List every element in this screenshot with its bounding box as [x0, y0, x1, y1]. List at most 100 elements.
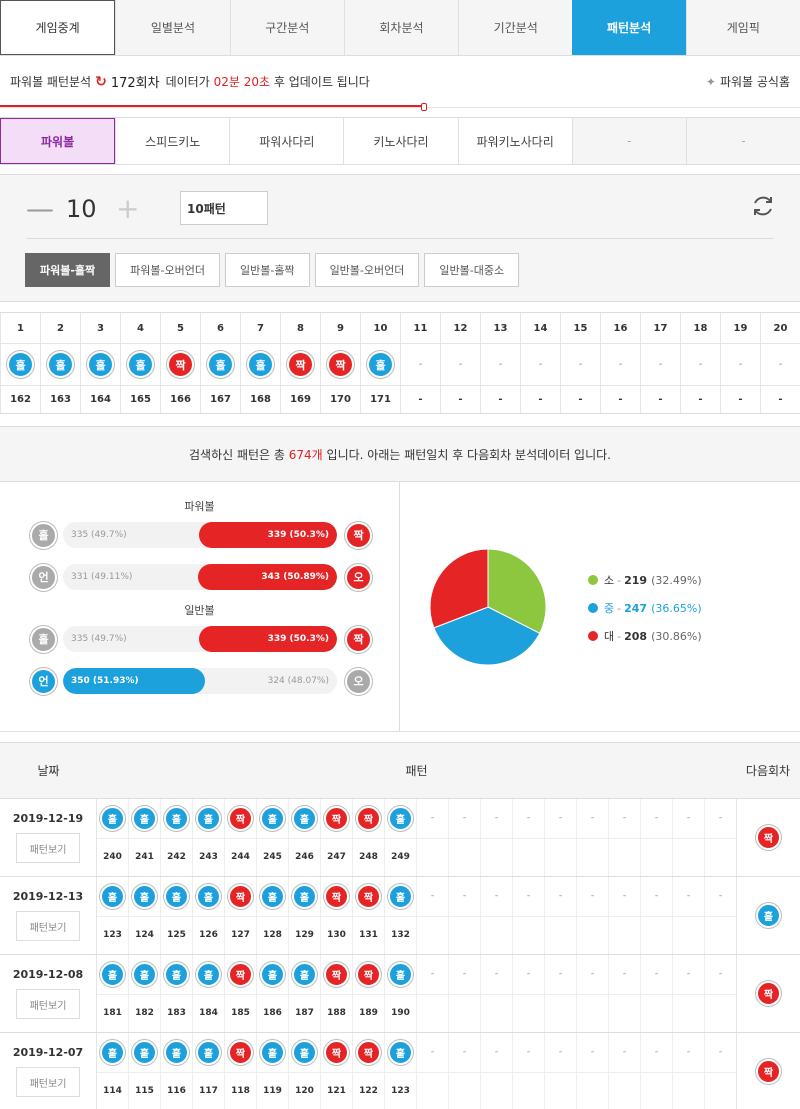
history-ball-cell: - [480, 1033, 512, 1072]
history-ball-cell: 홀 [256, 799, 288, 838]
subtab-speedkeno[interactable]: 스피드키노 [115, 118, 230, 164]
normalball-ratio-row: 언 350 (51.93%) 324 (48.07%) 오 [0, 667, 399, 695]
history-ball-cell: 짝 [320, 955, 352, 994]
result-ball: 홀 [47, 351, 74, 378]
view-pattern-button[interactable]: 패턴보기 [16, 989, 80, 1019]
grid-ball-cell: 짝 [320, 343, 360, 385]
history-round-cell [608, 837, 640, 876]
pattern-control: — 10 + 파워볼-홀짝 파워볼-오버언더 일반볼-홀짝 일반볼-오버언더 일… [0, 174, 800, 302]
legend-percent: (36.65%) [651, 601, 702, 615]
result-ball: 홀 [247, 351, 274, 378]
subtab-powerladder[interactable]: 파워사다리 [229, 118, 344, 164]
history-date: 2019-12-13 [12, 890, 84, 903]
subtab-powerball[interactable]: 파워볼 [0, 118, 116, 164]
left-ratio-label: 350 (51.93%) [71, 676, 139, 686]
empty-mark: - [578, 359, 583, 370]
history-ball-cell: - [448, 955, 480, 994]
history-ball-cell: 짝 [224, 799, 256, 838]
history-ball-cell: 홀 [97, 955, 128, 994]
history-ball-cell: - [672, 1033, 704, 1072]
size-pie-panel: 소 - 219 (32.49%) 중 - 247 (36.65%) 대 - 208 (30… [400, 482, 800, 731]
grid-ball-cell: - [440, 343, 480, 385]
history-ball-cell: 홀 [128, 799, 160, 838]
option-normal-oddeven[interactable]: 일반볼-홀짝 [224, 253, 310, 287]
history-round-cell: 249 [384, 837, 416, 876]
history-ball-cell: 홀 [97, 1033, 128, 1072]
history-round-cell [416, 993, 448, 1032]
option-powerball-oddeven[interactable]: 파워볼-홀짝 [25, 253, 111, 287]
grid-header-cell: 15 [560, 313, 600, 343]
empty-mark: - [658, 359, 663, 370]
subtab-powerkenoladder[interactable]: 파워키노사다리 [457, 118, 572, 164]
history-ball-cell: 짝 [320, 877, 352, 916]
result-ball: 홀 [164, 805, 189, 831]
history-next-cell: 짝 [736, 955, 800, 1032]
legend-sep: - [617, 629, 622, 643]
history-round-cell [576, 1071, 608, 1109]
history-date-cell: 2019-12-08 패턴보기 [0, 955, 97, 1032]
left-choice-ball: 언 [30, 563, 57, 591]
history-round-cell: 189 [352, 993, 384, 1032]
history-round-cell: 123 [97, 915, 128, 955]
legend-percent: (30.86%) [651, 629, 702, 643]
summary-prefix: 검색하신 패턴은 총 [188, 447, 285, 462]
grid-header-cell: 10 [360, 313, 400, 343]
result-ball: 짝 [324, 1039, 349, 1065]
tab-pattern[interactable]: 패턴분석 [572, 0, 686, 55]
history-round-cell: 128 [256, 915, 288, 954]
grid-round-cell: - [560, 385, 600, 413]
history-ball-cell: 홀 [160, 1033, 192, 1072]
grid-ball-cell: - [760, 343, 800, 385]
grid-round-cell: - [680, 385, 720, 413]
tab-round[interactable]: 회차분석 [343, 0, 459, 55]
tab-game-live[interactable]: 게임중계 [0, 0, 116, 55]
grid-round-cell: 163 [40, 385, 80, 413]
tab-range[interactable]: 구간분석 [229, 0, 344, 55]
history-ball-cell: - [704, 877, 736, 916]
result-ball: 홀 [196, 1039, 221, 1065]
view-pattern-button[interactable]: 패턴보기 [16, 833, 80, 863]
history-round-cell: 244 [224, 837, 256, 876]
result-ball: 홀 [164, 1039, 189, 1065]
game-subtabs: 파워볼 스피드키노 파워사다리 키노사다리 파워키노사다리 - - [0, 117, 800, 165]
info-suffix: 후 업데이트 됩니다 [273, 75, 370, 89]
history-ball-cell: 홀 [192, 1033, 224, 1072]
history-round-cell: 243 [192, 837, 224, 876]
powerball-ratio-row: 홀 335 (49.7%) 339 (50.3%) 짝 [0, 521, 399, 549]
plus-button[interactable]: + [116, 195, 139, 223]
history-round-cell: 182 [128, 993, 160, 1032]
history-header-pattern: 패턴 [405, 764, 428, 778]
tab-period[interactable]: 기간분석 [458, 0, 573, 55]
history-ball-cell: - [640, 799, 672, 838]
history-ball-cell: - [576, 877, 608, 916]
history-next-cell: 홀 [736, 877, 800, 954]
empty-mark: - [538, 359, 543, 370]
minus-button[interactable]: — [26, 195, 54, 223]
grid-round-cell: - [440, 385, 480, 413]
legend-label: 소 [604, 574, 615, 587]
divider [26, 238, 774, 239]
option-normal-size[interactable]: 일반볼-대중소 [424, 253, 520, 287]
view-pattern-button[interactable]: 패턴보기 [16, 911, 80, 941]
history-ball-cell: - [416, 799, 448, 838]
refresh-icon[interactable] [750, 193, 776, 219]
official-icon: ✦ [705, 74, 716, 89]
view-pattern-button[interactable]: 패턴보기 [16, 1067, 80, 1097]
option-normal-overunder[interactable]: 일반볼-오버언더 [314, 253, 420, 287]
grid-round-cell: - [640, 385, 680, 413]
history-ball-cell: - [448, 799, 480, 838]
official-link[interactable]: ✦ 파워볼 공식홈 [706, 73, 790, 90]
result-ball: 홀 [292, 805, 317, 831]
tab-game-pick[interactable]: 게임픽 [685, 0, 800, 55]
history-row: 2019-12-08 패턴보기 홀 홀 홀 홀 짝 홀 홀 짝 짝 홀 - - - - - - - - - -181 182… [0, 955, 800, 1033]
history-round-cell [576, 993, 608, 1032]
history-round-cell [512, 1071, 544, 1109]
history-ball-cell: - [576, 799, 608, 838]
pattern-select[interactable] [180, 191, 268, 225]
history-ball-cell: - [448, 877, 480, 916]
option-powerball-overunder[interactable]: 파워볼-오버언더 [115, 253, 220, 287]
tab-daily[interactable]: 일별분석 [115, 0, 230, 55]
result-ball: 홀 [132, 805, 157, 831]
subtab-empty-1: - [571, 118, 686, 164]
subtab-kenoladder[interactable]: 키노사다리 [343, 118, 458, 164]
